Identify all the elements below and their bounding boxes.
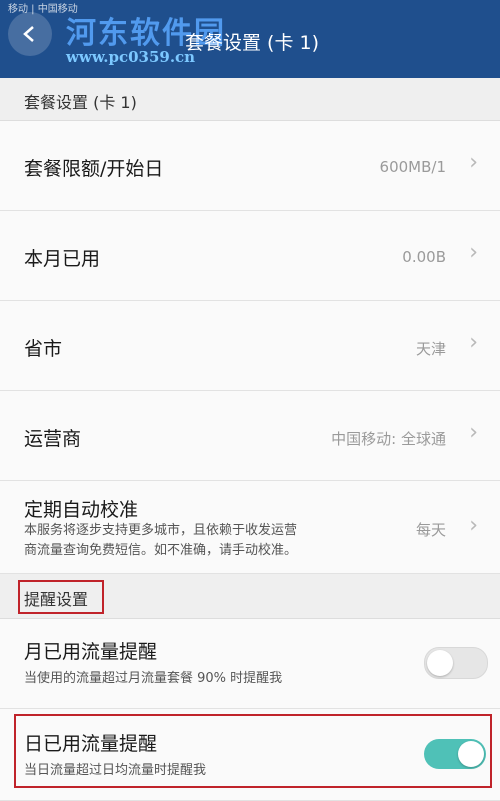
- back-button[interactable]: [8, 12, 52, 56]
- row-carrier-label: 运营商: [24, 428, 82, 450]
- chevron-right-icon: ›: [469, 150, 478, 175]
- row-daily-reminder-desc: 当日流量超过日均流量时提醒我: [24, 763, 207, 778]
- section-header-reminder-label: 提醒设置: [24, 590, 89, 609]
- row-auto-calibrate-value: 每天: [415, 521, 446, 539]
- toggle-knob: [427, 650, 453, 676]
- row-month-used[interactable]: 本月已用 0.00B ›: [0, 211, 500, 301]
- row-plan-limit-label: 套餐限额/开始日: [24, 158, 164, 180]
- row-province-value: 天津: [415, 340, 446, 358]
- row-month-used-value: 0.00B: [402, 248, 446, 266]
- row-plan-limit-value: 600MB/1: [379, 158, 446, 176]
- row-auto-calibrate-desc-1: 本服务将逐步支持更多城市，且依赖于收发运营: [24, 523, 298, 538]
- section-header-plan-label: 套餐设置 (卡 1): [24, 93, 137, 112]
- watermark-url: www.pc0359.cn: [66, 48, 196, 66]
- row-month-used-label: 本月已用: [24, 248, 101, 270]
- row-daily-reminder[interactable]: 日已用流量提醒 当日流量超过日均流量时提醒我: [0, 709, 500, 801]
- row-monthly-reminder-label: 月已用流量提醒: [24, 641, 158, 663]
- chevron-right-icon: ›: [469, 420, 478, 445]
- chevron-right-icon: ›: [469, 240, 478, 265]
- section-header-plan: 套餐设置 (卡 1): [0, 78, 500, 121]
- section-header-reminder: 提醒设置: [0, 574, 500, 619]
- back-arrow-icon: [23, 26, 34, 42]
- chevron-right-icon: ›: [469, 513, 478, 538]
- row-province-label: 省市: [24, 338, 63, 360]
- row-monthly-reminder-desc: 当使用的流量超过月流量套餐 90% 时提醒我: [24, 671, 283, 686]
- chevron-right-icon: ›: [469, 330, 478, 355]
- row-auto-calibrate-desc-2: 商流量查询免费短信。如不准确，请手动校准。: [24, 543, 298, 558]
- row-auto-calibrate-label: 定期自动校准: [24, 499, 139, 521]
- row-carrier-value: 中国移动: 全球通: [331, 430, 446, 448]
- row-auto-calibrate[interactable]: 定期自动校准 本服务将逐步支持更多城市，且依赖于收发运营 商流量查询免费短信。如…: [0, 481, 500, 574]
- top-app-bar: 移动 | 中国移动 河东软件园 www.pc0359.cn 套餐设置 (卡 1): [0, 0, 500, 78]
- row-daily-reminder-label: 日已用流量提醒: [24, 733, 158, 755]
- row-carrier[interactable]: 运营商 中国移动: 全球通 ›: [0, 391, 500, 481]
- toggle-knob: [458, 741, 484, 767]
- monthly-reminder-toggle[interactable]: [424, 647, 488, 679]
- daily-reminder-toggle[interactable]: [424, 739, 486, 769]
- row-plan-limit[interactable]: 套餐限额/开始日 600MB/1 ›: [0, 121, 500, 211]
- page-title: 套餐设置 (卡 1): [185, 32, 319, 54]
- row-province[interactable]: 省市 天津 ›: [0, 301, 500, 391]
- row-monthly-reminder[interactable]: 月已用流量提醒 当使用的流量超过月流量套餐 90% 时提醒我: [0, 619, 500, 709]
